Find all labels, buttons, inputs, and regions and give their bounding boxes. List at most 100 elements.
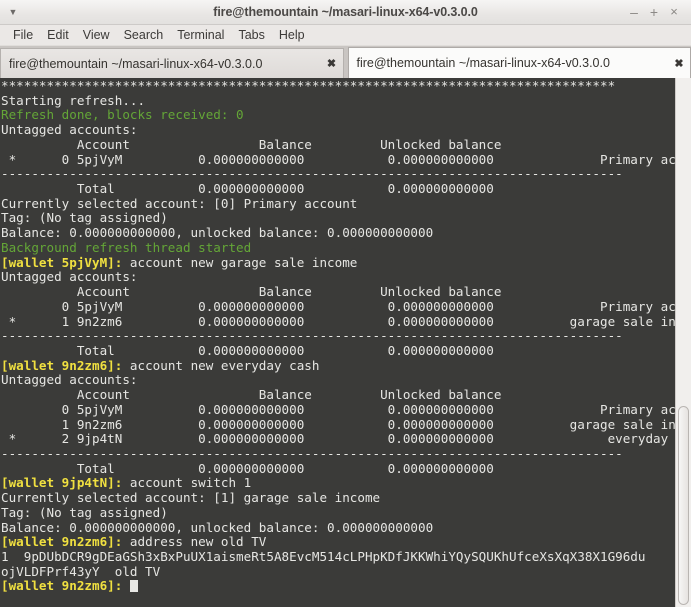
minimize-button[interactable]: – (624, 1, 644, 23)
terminal-text: ojVLDFPrf43yY old TV (1, 563, 161, 579)
window-menu-arrow-icon[interactable]: ▼ (0, 0, 26, 25)
terminal-line: Tag: (No tag assigned) (1, 211, 675, 226)
terminal-line: ----------------------------------------… (1, 166, 675, 182)
command-text: account switch 1 (122, 475, 252, 491)
menu-item-tabs[interactable]: Tabs (231, 25, 271, 46)
terminal-scrollbar[interactable] (675, 78, 691, 607)
terminal-line: ojVLDFPrf43yY old TV (1, 563, 675, 580)
menubar: File Edit View Search Terminal Tabs Help (0, 25, 691, 46)
maximize-button[interactable]: + (644, 1, 664, 23)
terminal-text: 1 9n2zm6 0.000000000000 0.000000000000 g… (1, 416, 675, 432)
tabbar: fire@themountain ~/masari-linux-x64-v0.3… (0, 46, 691, 78)
terminal-text: Currently selected account: [1] garage s… (1, 490, 381, 506)
terminal-text: Account Balance Unlocked balance Label (1, 284, 675, 300)
wallet-prompt: [wallet 5pjVyM]: (1, 254, 123, 270)
terminal-line: 0 5pjVyM 0.000000000000 0.000000000000 P… (1, 298, 675, 315)
terminal-line: Total 0.000000000000 0.000000000000 (1, 342, 675, 359)
terminal-text: 0 5pjVyM 0.000000000000 0.000000000000 P… (1, 401, 675, 417)
terminal-line: ----------------------------------------… (1, 328, 675, 344)
close-tab-icon[interactable]: ✖ (321, 57, 343, 70)
terminal-text: Total 0.000000000000 0.000000000000 (1, 181, 494, 197)
menu-item-help[interactable]: Help (272, 25, 312, 46)
terminal-text: Total 0.000000000000 0.000000000000 (1, 460, 494, 476)
terminal-line: [wallet 9jp4tN]: account switch 1 (1, 476, 675, 491)
terminal-line: Untagged accounts: (1, 269, 675, 285)
terminal-text: 1 9pDUbDCR9gDEaGSh3xBxPuUX1aismeRt5A8Evc… (1, 549, 646, 564)
terminal-text: Account Balance Unlocked balance Label (1, 136, 675, 152)
terminal-line: * 0 5pjVyM 0.000000000000 0.000000000000… (1, 151, 675, 168)
wallet-prompt: [wallet 9jp4tN]: (1, 475, 123, 491)
close-window-button[interactable]: × (664, 1, 684, 23)
terminal-line: Currently selected account: [0] Primary … (1, 195, 675, 212)
wallet-prompt: [wallet 9n2zm6]: (1, 534, 123, 550)
terminal-text: Account Balance Unlocked balance Label (1, 387, 675, 403)
terminal-line: Refresh done, blocks received: 0 (1, 108, 675, 123)
terminal-line: * 2 9jp4tN 0.000000000000 0.000000000000… (1, 431, 675, 447)
terminal-text: Total 0.000000000000 0.000000000000 (1, 342, 494, 358)
terminal-line: * 1 9n2zm6 0.000000000000 0.000000000000… (1, 313, 675, 330)
terminal-line: Balance: 0.000000000000, unlocked balanc… (1, 225, 675, 241)
text-cursor (129, 580, 139, 593)
terminal-line: 0 5pjVyM 0.000000000000 0.000000000000 P… (1, 401, 675, 418)
terminal-line: Account Balance Unlocked balance Label (1, 136, 675, 153)
wallet-prompt: [wallet 9n2zm6]: (1, 357, 123, 373)
terminal-line: Untagged accounts: (1, 122, 675, 138)
tab-label: fire@themountain ~/masari-linux-x64-v0.3… (9, 56, 263, 71)
terminal-text: Background refresh thread started (1, 239, 252, 255)
terminal-line: ----------------------------------------… (1, 445, 675, 462)
terminal-text: Balance: 0.000000000000, unlocked balanc… (1, 519, 434, 535)
menu-item-terminal[interactable]: Terminal (170, 25, 231, 46)
terminal-line: [wallet 9n2zm6]: address new old TV (1, 534, 675, 550)
command-text: account new garage sale income (122, 254, 358, 270)
terminal-line: Starting refresh... (1, 92, 675, 109)
close-tab-icon[interactable]: ✖ (668, 57, 690, 70)
scrollbar-thumb[interactable] (678, 405, 689, 605)
window-title: fire@themountain ~/masari-linux-x64-v0.3… (213, 5, 478, 19)
terminal-text: Refresh done, blocks received: 0 (1, 107, 244, 123)
terminal-text: 0 5pjVyM 0.000000000000 0.000000000000 P… (1, 298, 675, 314)
terminal-text: Untagged accounts: (1, 122, 138, 138)
terminal-text: Tag: (No tag assigned) (1, 504, 168, 520)
terminal-text: Tag: (No tag assigned) (1, 210, 168, 226)
terminal-line: Account Balance Unlocked balance Label (1, 387, 675, 403)
wallet-prompt: [wallet 9n2zm6]: (1, 578, 123, 594)
terminal-line: [wallet 5pjVyM]: account new garage sale… (1, 254, 675, 271)
terminal-line: Balance: 0.000000000000, unlocked balanc… (1, 519, 675, 536)
terminal-line: ****************************************… (1, 78, 675, 94)
terminal-line: [wallet 9n2zm6]: (1, 579, 675, 594)
terminal-line: Currently selected account: [1] garage s… (1, 490, 675, 506)
terminal-text: * 2 9jp4tN 0.000000000000 0.000000000000… (1, 431, 675, 447)
menu-item-search[interactable]: Search (117, 25, 171, 46)
terminal-text: * 1 9n2zm6 0.000000000000 0.000000000000… (1, 313, 675, 329)
terminal-text: ----------------------------------------… (1, 445, 623, 461)
command-text: account new everyday cash (122, 357, 320, 373)
window-titlebar: ▼ fire@themountain ~/masari-linux-x64-v0… (0, 0, 691, 25)
terminal-line: 1 9n2zm6 0.000000000000 0.000000000000 g… (1, 416, 675, 433)
terminal-text: ----------------------------------------… (1, 328, 623, 344)
command-text: address new old TV (122, 534, 267, 550)
terminal-line: Total 0.000000000000 0.000000000000 (1, 181, 675, 197)
terminal-tab-2[interactable]: fire@themountain ~/masari-linux-x64-v0.3… (347, 47, 691, 78)
menu-item-edit[interactable]: Edit (40, 25, 76, 46)
terminal-text: * 0 5pjVyM 0.000000000000 0.000000000000… (1, 151, 675, 167)
terminal-text: Starting refresh... (1, 92, 146, 108)
terminal-line: Total 0.000000000000 0.000000000000 (1, 460, 675, 477)
menu-item-view[interactable]: View (76, 25, 117, 46)
terminal-window: ▼ fire@themountain ~/masari-linux-x64-v0… (0, 0, 691, 607)
terminal-line: 1 9pDUbDCR9gDEaGSh3xBxPuUX1aismeRt5A8Evc… (1, 549, 675, 565)
tab-label: fire@themountain ~/masari-linux-x64-v0.3… (356, 56, 610, 70)
terminal-line: [wallet 9n2zm6]: account new everyday ca… (1, 357, 675, 374)
terminal-text: ----------------------------------------… (1, 166, 623, 182)
terminal-line: Untagged accounts: (1, 373, 675, 388)
terminal-output[interactable]: ****************************************… (0, 78, 675, 607)
terminal-text: Untagged accounts: (1, 372, 138, 388)
terminal-text: ****************************************… (1, 78, 616, 93)
command-text (122, 578, 130, 593)
terminal-line: Tag: (No tag assigned) (1, 504, 675, 521)
terminal-text: Untagged accounts: (1, 269, 138, 285)
terminal-text: Currently selected account: [0] Primary … (1, 195, 358, 211)
terminal-line: Background refresh thread started (1, 239, 675, 256)
terminal-line: Account Balance Unlocked balance Label (1, 284, 675, 300)
menu-item-file[interactable]: File (6, 25, 40, 46)
terminal-tab-1[interactable]: fire@themountain ~/masari-linux-x64-v0.3… (0, 48, 344, 78)
